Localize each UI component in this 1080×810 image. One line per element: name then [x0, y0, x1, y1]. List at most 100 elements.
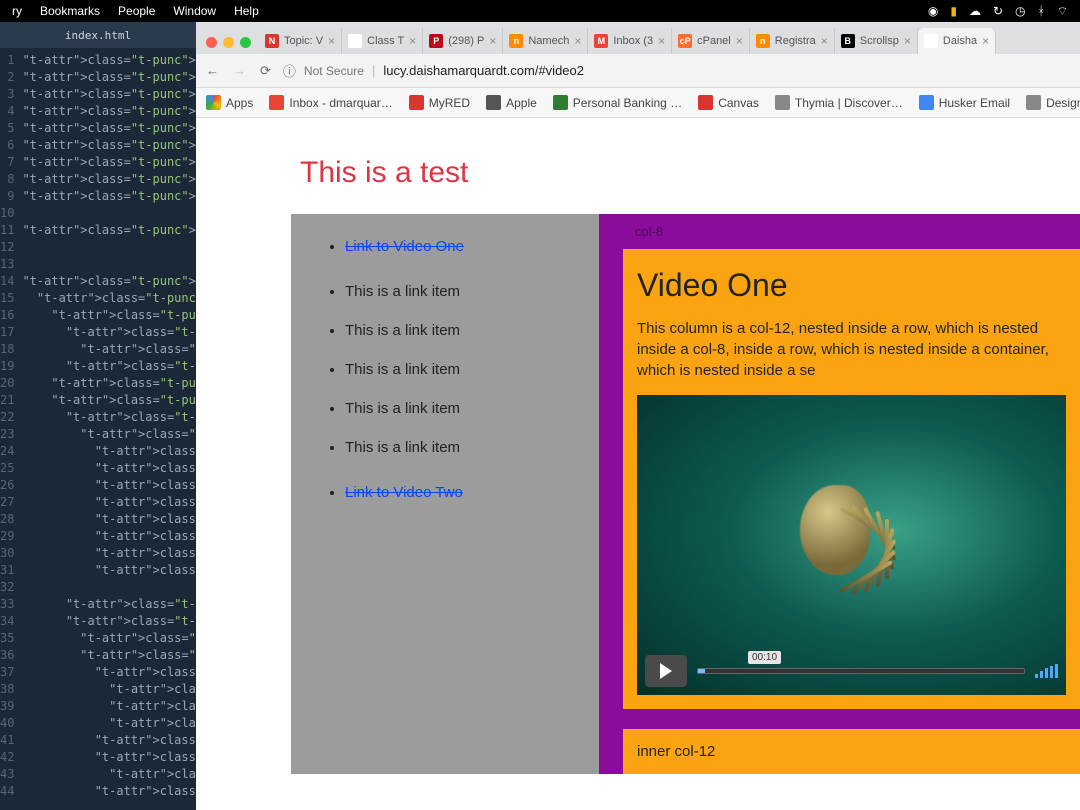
tab-title: (298) P — [448, 35, 484, 47]
sync-icon[interactable]: ↻ — [993, 4, 1003, 18]
tab-title: Inbox (3 — [613, 35, 653, 47]
inner-card-label: inner col-12 — [637, 743, 715, 760]
video-player[interactable]: 00:10 — [637, 395, 1066, 695]
clock-icon[interactable]: ◷ — [1015, 4, 1025, 18]
tab-favicon — [924, 34, 938, 48]
maximize-window-button[interactable] — [240, 37, 251, 48]
bluetooth-icon[interactable]: ᚼ — [1038, 4, 1045, 18]
window-controls — [202, 37, 259, 54]
menu-item-bookmarks[interactable]: Bookmarks — [40, 4, 100, 18]
browser-tab-1[interactable]: ○ Class T × — [342, 28, 423, 54]
bookmark-item-5[interactable]: Thymia | Discover… — [775, 95, 903, 110]
sidebar-item-5: This is a link item — [345, 439, 571, 456]
macos-menubar: ry Bookmarks People Window Help ◉ ▮ ☁ ↻ … — [0, 0, 1080, 22]
menu-item-help[interactable]: Help — [234, 4, 259, 18]
menubar-status-icons: ◉ ▮ ☁ ↻ ◷ ᚼ ⌔ — [928, 4, 1068, 19]
tab-close-icon[interactable]: × — [821, 34, 828, 48]
sidebar-item-1: This is a link item — [345, 283, 571, 300]
tab-title: Registra — [775, 35, 816, 47]
main-column: col-8 Video One This column is a col-12,… — [599, 214, 1080, 774]
bookmark-item-0[interactable]: Inbox - dmarquar… — [269, 95, 392, 110]
close-window-button[interactable] — [206, 37, 217, 48]
url-text: lucy.daishamarquardt.com/#video2 — [383, 63, 584, 78]
browser-window: N Topic: V × ○ Class T × P (298) P × n N… — [196, 22, 1080, 810]
tab-close-icon[interactable]: × — [574, 34, 581, 48]
minimize-window-button[interactable] — [223, 37, 234, 48]
menu-item-window[interactable]: Window — [173, 4, 216, 18]
bookmark-item-6[interactable]: Husker Email — [919, 95, 1010, 110]
browser-tab-3[interactable]: n Namech × — [503, 28, 588, 54]
bookmark-item-2[interactable]: Apple — [486, 95, 537, 110]
tab-close-icon[interactable]: × — [489, 34, 496, 48]
browser-tab-7[interactable]: B Scrollsp × — [835, 28, 918, 54]
tab-favicon: M — [594, 34, 608, 48]
reload-button[interactable]: ⟳ — [260, 63, 271, 79]
editor-gutter: 1234567891011121314151617181920212223242… — [0, 48, 22, 800]
bookmark-item-1[interactable]: MyRED — [409, 95, 470, 110]
sidebar-item-4: This is a link item — [345, 400, 571, 417]
forward-button[interactable]: → — [233, 63, 246, 78]
video-title: Video One — [637, 267, 1066, 304]
tab-favicon: B — [841, 34, 855, 48]
wifi-icon[interactable]: ⌔ — [1057, 4, 1068, 19]
browser-tab-6[interactable]: n Registra × — [750, 28, 835, 54]
sidebar-link-0[interactable]: Link to Video One — [345, 238, 571, 255]
apps-launcher[interactable]: Apps — [206, 95, 253, 110]
play-button[interactable] — [645, 655, 687, 687]
bookmarks-bar: Apps Inbox - dmarquar… MyRED Apple Personal … — [196, 88, 1080, 118]
cloud-icon[interactable]: ☁ — [969, 4, 981, 18]
volume-indicator[interactable] — [1035, 664, 1058, 678]
back-button[interactable]: ← — [206, 63, 219, 78]
url-field[interactable]: ⓘ Not Secure | lucy.daishamarquardt.com/… — [283, 61, 1070, 80]
tab-favicon: cP — [678, 34, 692, 48]
tab-title: Namech — [528, 35, 569, 47]
shield-icon[interactable]: ▮ — [950, 4, 957, 18]
browser-tab-5[interactable]: cP cPanel × — [672, 28, 750, 54]
tab-title: Scrollsp — [860, 35, 899, 47]
seek-bar[interactable]: 00:10 — [697, 668, 1025, 674]
tab-close-icon[interactable]: × — [904, 34, 911, 48]
page-content: This is a test Link to Video One This is … — [196, 118, 1080, 810]
bookmark-item-4[interactable]: Canvas — [698, 95, 759, 110]
editor-tab[interactable]: index.html — [0, 22, 196, 48]
tab-favicon: ○ — [348, 34, 362, 48]
security-label: Not Secure — [304, 64, 364, 78]
time-badge: 00:10 — [748, 651, 781, 664]
editor-code[interactable]: "t-attr">class="t-punc"><"t-attr">class=… — [22, 48, 196, 800]
tab-close-icon[interactable]: × — [982, 34, 989, 48]
tab-title: Topic: V — [284, 35, 323, 47]
sidebar-item-2: This is a link item — [345, 322, 571, 339]
menu-item-people[interactable]: People — [118, 4, 155, 18]
sidebar-link-6[interactable]: Link to Video Two — [345, 484, 571, 501]
tab-title: Daisha — [943, 35, 977, 47]
tab-favicon: N — [265, 34, 279, 48]
code-editor: index.html 12345678910111213141516171819… — [0, 22, 196, 810]
page-heading: This is a test — [196, 118, 1080, 214]
tab-title: cPanel — [697, 35, 731, 47]
browser-tab-0[interactable]: N Topic: V × — [259, 28, 342, 54]
sidebar-item-3: This is a link item — [345, 361, 571, 378]
browser-tab-2[interactable]: P (298) P × — [423, 28, 503, 54]
tab-close-icon[interactable]: × — [409, 34, 416, 48]
video-controls: 00:10 — [645, 655, 1058, 687]
bookmark-item-3[interactable]: Personal Banking … — [553, 95, 682, 110]
inner-card: inner col-12 — [623, 729, 1080, 774]
video-still-image — [722, 415, 982, 615]
sidebar-nav: Link to Video One This is a link item This… — [291, 214, 599, 774]
tab-favicon: P — [429, 34, 443, 48]
menu-item-ry[interactable]: ry — [12, 4, 22, 18]
bookmark-item-7[interactable]: Design — [1026, 95, 1080, 110]
info-icon[interactable]: ⓘ — [283, 61, 296, 80]
browser-tab-4[interactable]: M Inbox (3 × — [588, 28, 672, 54]
video-card-one: Video One This column is a col-12, neste… — [623, 249, 1080, 709]
video-description: This column is a col-12, nested inside a… — [637, 318, 1066, 381]
address-bar: ← → ⟳ ⓘ Not Secure | lucy.daishamarquard… — [196, 54, 1080, 88]
tab-close-icon[interactable]: × — [658, 34, 665, 48]
tab-favicon: n — [509, 34, 523, 48]
column-label: col-8 — [599, 224, 1080, 249]
tab-close-icon[interactable]: × — [328, 34, 335, 48]
tab-title: Class T — [367, 35, 404, 47]
tab-close-icon[interactable]: × — [736, 34, 743, 48]
browser-tab-8[interactable]: Daisha × — [918, 28, 996, 54]
record-icon[interactable]: ◉ — [928, 4, 938, 18]
